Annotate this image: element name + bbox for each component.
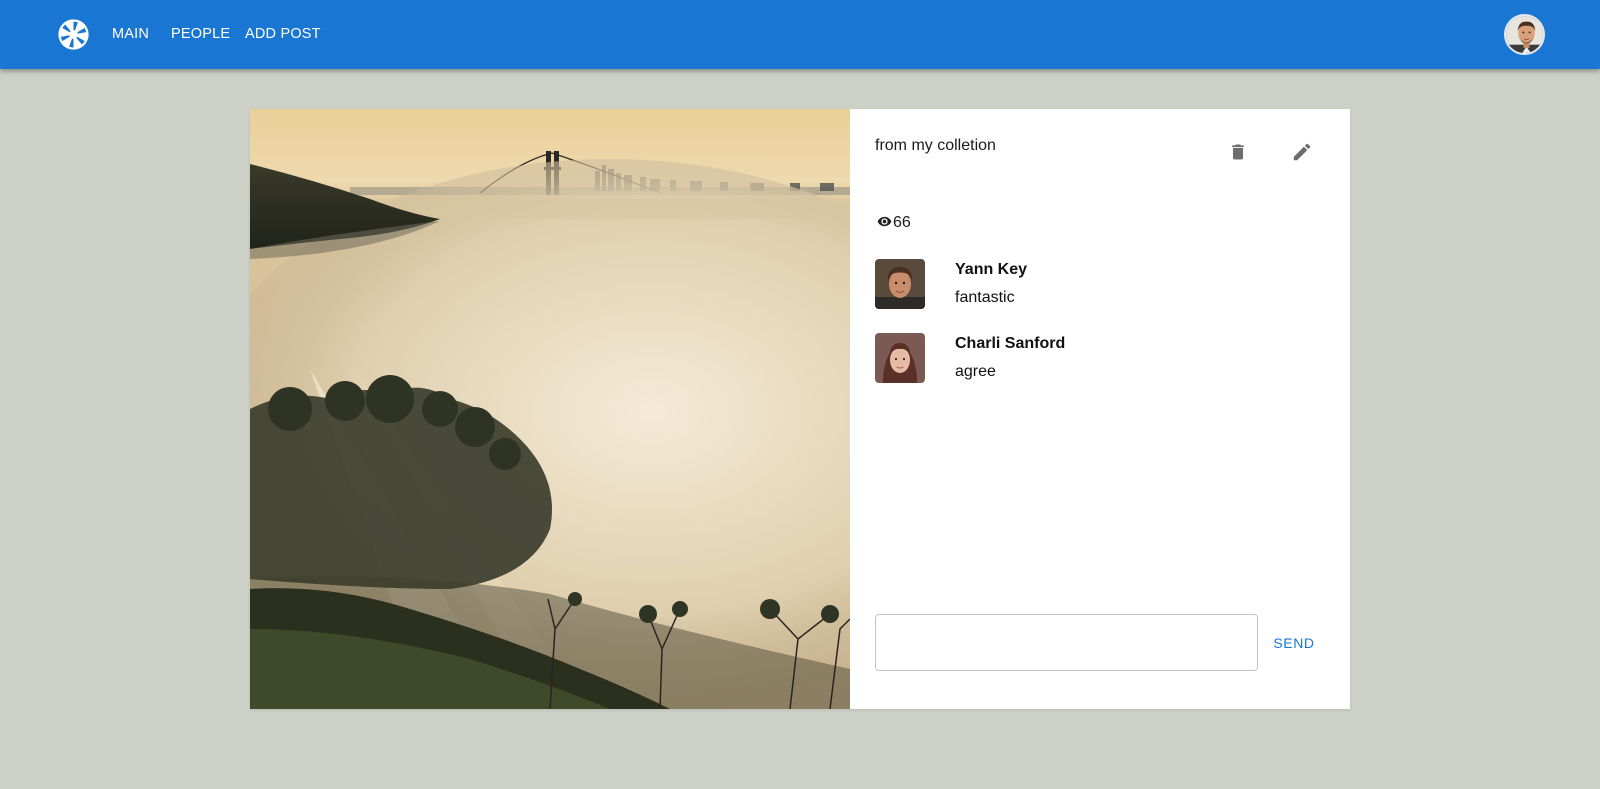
nav-add-post-link[interactable]: ADD POST — [245, 26, 321, 42]
commenter-avatar[interactable] — [875, 333, 925, 383]
nav-main-link[interactable]: MAIN — [112, 26, 149, 42]
nav-people-link[interactable]: PEOPLE — [171, 26, 230, 42]
comment-author[interactable]: Charli Sanford — [955, 335, 1065, 353]
comment-author[interactable]: Yann Key — [955, 261, 1027, 279]
pencil-icon — [1293, 143, 1311, 161]
trash-icon — [1232, 144, 1244, 160]
comment-text: fantastic — [955, 289, 1015, 306]
comment-item: Yann Key fantastic — [875, 259, 1315, 309]
view-count: 66 — [877, 214, 911, 232]
post-photo — [250, 109, 850, 709]
camera-shutter-icon[interactable] — [57, 18, 90, 51]
commenter-avatar[interactable] — [875, 259, 925, 309]
post-caption: from my colletion — [875, 137, 996, 154]
view-count-value: 66 — [893, 214, 911, 231]
comment-text: agree — [955, 363, 996, 380]
comment-input[interactable] — [875, 614, 1258, 671]
delete-post-button[interactable] — [1218, 132, 1258, 172]
comment-item: Charli Sanford agree — [875, 333, 1315, 383]
edit-post-button[interactable] — [1282, 132, 1322, 172]
post-details: from my colletion 66 Yann Key fantastic … — [850, 109, 1350, 709]
send-button[interactable]: SEND — [1261, 627, 1327, 659]
eye-icon — [877, 216, 892, 227]
app-bar: MAIN PEOPLE ADD POST — [0, 0, 1600, 69]
user-avatar[interactable] — [1504, 14, 1545, 55]
post-card: from my colletion 66 Yann Key fantastic … — [250, 109, 1350, 709]
